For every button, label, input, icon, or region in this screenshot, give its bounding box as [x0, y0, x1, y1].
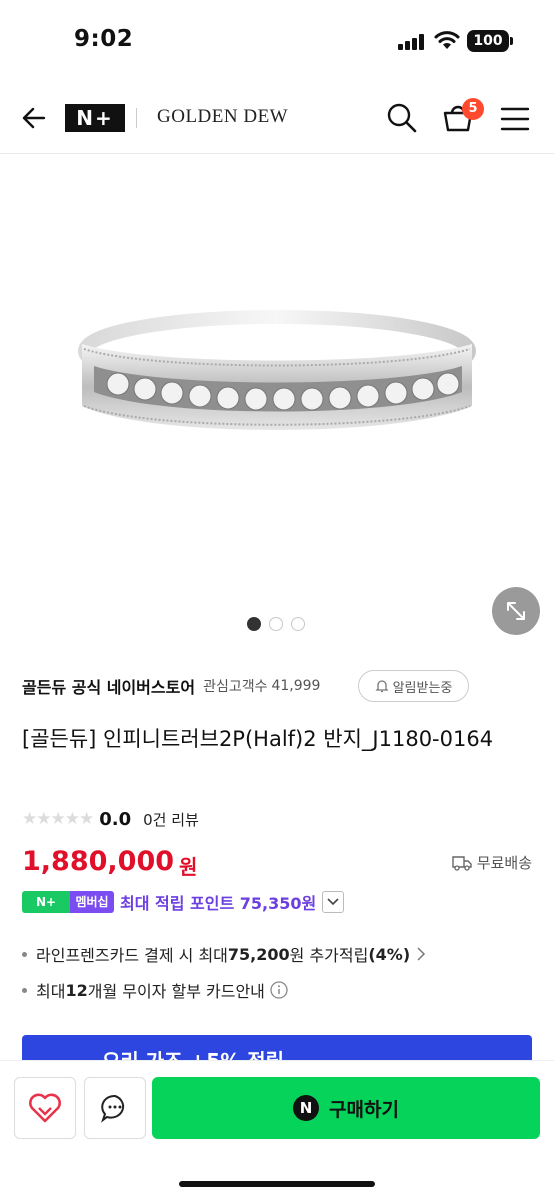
bullet	[22, 987, 27, 993]
product-image[interactable]	[0, 156, 554, 606]
status-time: 9:02	[74, 26, 134, 52]
price-unit: 원	[179, 855, 198, 879]
membership-badge-right: 멤버십	[70, 891, 114, 913]
notify-label: 알림받는중	[392, 680, 453, 696]
bullet	[22, 951, 27, 957]
rating-score: 0.0	[99, 808, 132, 830]
search-icon[interactable]	[386, 102, 418, 134]
benefit-amount: 75,200	[227, 944, 290, 964]
truck-icon	[452, 855, 472, 871]
review-count[interactable]: 0건 리뷰	[143, 809, 199, 830]
membership-points-text: 최대 적립 포인트 75,350원	[120, 894, 317, 913]
menu-icon[interactable]	[500, 106, 530, 132]
benefit-percent: (4%)	[368, 944, 411, 964]
header-divider	[136, 108, 137, 128]
benefit-installment[interactable]: 최대 12 개월 무이자 할부 카드안내	[22, 978, 288, 1002]
chevron-right-icon	[417, 947, 426, 961]
signal-icon	[398, 34, 424, 50]
membership-badge-left: N+	[22, 891, 70, 913]
ring-image	[78, 310, 476, 430]
membership-badge: N+ 멤버십	[22, 891, 114, 913]
store-info-row: 골든듀 공식 네이버스토어 관심고객수 41,999 알림받는중	[22, 670, 532, 702]
wishlist-button[interactable]	[14, 1077, 76, 1139]
benefit-card-points[interactable]: 라인프렌즈카드 결제 시 최대 75,200 원 추가적립 (4%)	[22, 942, 426, 966]
naver-pay-icon: N	[293, 1095, 320, 1121]
price-row: 1,880,000 원 무료배송	[22, 846, 532, 884]
buy-now-button[interactable]: N 구매하기	[152, 1077, 540, 1139]
home-indicator	[179, 1181, 375, 1187]
brand-logo[interactable]: GOLDEN DEW	[157, 106, 288, 128]
back-arrow-icon[interactable]	[20, 104, 48, 132]
heart-icon	[29, 1093, 61, 1123]
membership-row[interactable]: N+ 멤버십 최대 적립 포인트 75,350원	[22, 889, 345, 915]
price: 1,880,000	[22, 846, 175, 877]
pagination-dot[interactable]	[291, 617, 305, 631]
bottom-action-bar: N 구매하기	[0, 1060, 554, 1200]
benefit-text-post: 개월 무이자 할부 카드안내	[87, 982, 265, 1001]
store-name[interactable]: 골든듀 공식 네이버스토어	[22, 674, 195, 698]
shipping-info: 무료배송	[452, 852, 532, 873]
wifi-icon	[434, 31, 460, 49]
top-nav: N+ GOLDEN DEW 5	[0, 84, 554, 154]
bell-icon	[375, 680, 389, 693]
status-bar: 9:02 100	[0, 0, 554, 84]
rating-stars-icon: ★★★★★	[22, 809, 94, 829]
product-title: [골든듀] 인피니트러브2P(Half)2 반지_J1180-0164	[22, 727, 494, 751]
chevron-down-icon	[327, 898, 339, 906]
followers-count: 41,999	[271, 678, 321, 694]
battery-icon: 100	[467, 30, 509, 52]
image-pagination	[247, 617, 305, 631]
pagination-dot[interactable]	[247, 617, 261, 631]
expand-icon	[507, 602, 525, 620]
naver-plus-logo[interactable]: N+	[65, 104, 125, 132]
rating-row[interactable]: ★★★★★ 0.0 0건 리뷰	[22, 806, 199, 832]
buy-now-label: 구매하기	[329, 1098, 399, 1121]
membership-expand-button[interactable]	[322, 891, 345, 913]
followers-label: 관심고객수	[203, 679, 268, 695]
benefit-text-post: 원 추가적립	[289, 946, 369, 965]
info-icon[interactable]	[270, 981, 288, 999]
expand-image-button[interactable]	[492, 587, 540, 635]
benefit-months: 12	[65, 980, 88, 1000]
notify-button[interactable]: 알림받는중	[358, 670, 469, 702]
cart-count-badge: 5	[462, 98, 484, 120]
battery-cap	[510, 37, 513, 45]
benefit-text-pre: 라인프렌즈카드 결제 시 최대	[36, 946, 228, 965]
pagination-dot[interactable]	[269, 617, 283, 631]
chat-bubble-icon	[101, 1094, 125, 1123]
shipping-label: 무료배송	[476, 854, 532, 872]
benefit-text-pre: 최대	[36, 982, 66, 1001]
talktalk-button[interactable]	[84, 1077, 146, 1139]
